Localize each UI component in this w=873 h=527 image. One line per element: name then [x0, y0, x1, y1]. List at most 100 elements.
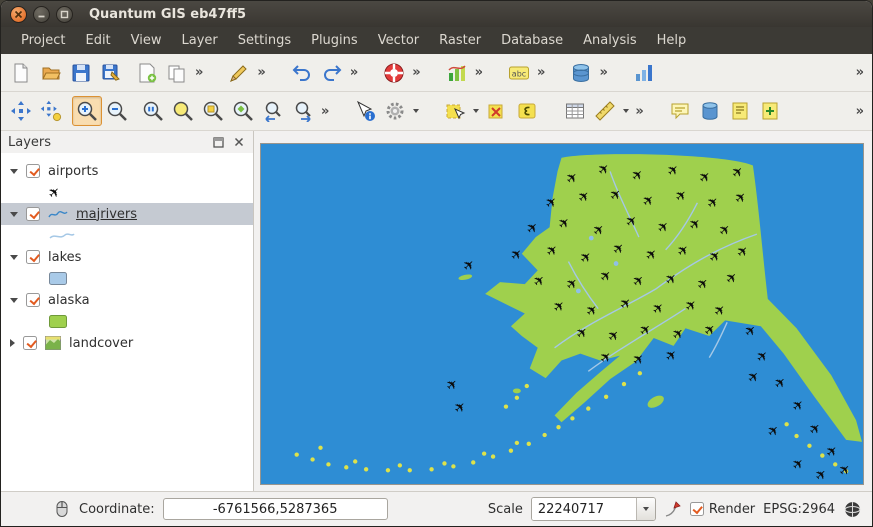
render-label: Render [709, 502, 755, 517]
redo-button[interactable] [317, 58, 347, 88]
menu-plugins[interactable]: Plugins [301, 29, 368, 52]
open-project-button[interactable] [36, 58, 66, 88]
map-tips-button[interactable] [665, 96, 695, 126]
stop-rendering-icon[interactable] [664, 500, 682, 518]
composer-manager-button[interactable] [162, 58, 192, 88]
graph-button[interactable] [442, 58, 472, 88]
save-project-as-button[interactable] [96, 58, 126, 88]
titlebar: Quantum GIS eb47ff5 [1, 1, 872, 27]
window-maximize-button[interactable] [56, 6, 73, 23]
measure-line-button[interactable] [590, 96, 620, 126]
toolbar-overflow-chevron[interactable]: » [853, 65, 867, 80]
toolbar-overflow-chevron[interactable]: » [472, 65, 486, 80]
zoom-full-button[interactable] [168, 96, 198, 126]
toolbar-overflow-chevron[interactable]: » [409, 65, 423, 80]
render-checkbox[interactable] [690, 502, 704, 516]
layer-checkbox[interactable] [26, 207, 40, 221]
expander-icon[interactable] [10, 169, 18, 174]
menu-database[interactable]: Database [491, 29, 573, 52]
zoom-last-button[interactable] [258, 96, 288, 126]
coordinate-input[interactable] [163, 498, 388, 520]
line-symbol-icon [48, 208, 68, 220]
select-by-expression-button[interactable] [512, 96, 542, 126]
layer-checkbox[interactable] [26, 164, 40, 178]
toolbar-overflow-chevron[interactable]: » [254, 65, 268, 80]
layer-item-lakes[interactable]: lakes [1, 246, 253, 268]
toolbar-overflow-chevron[interactable]: » [596, 65, 610, 80]
text-annotation-button[interactable] [725, 96, 755, 126]
labeling-button[interactable]: abc [504, 58, 534, 88]
menu-raster[interactable]: Raster [429, 29, 491, 52]
pan-map-button[interactable] [6, 96, 36, 126]
toolbar-overflow-chevron[interactable]: » [192, 65, 206, 80]
measure-dropdown-caret[interactable] [623, 109, 629, 113]
menu-edit[interactable]: Edit [75, 29, 120, 52]
layer-item-majrivers[interactable]: majrivers [1, 203, 253, 225]
actions-dropdown-caret[interactable] [413, 109, 419, 113]
menu-vector[interactable]: Vector [368, 29, 429, 52]
database-manager-button[interactable] [566, 58, 596, 88]
toolbar-overflow-chevron[interactable]: » [347, 65, 361, 80]
new-print-composer-button[interactable] [132, 58, 162, 88]
digitize-button[interactable] [224, 58, 254, 88]
expander-icon[interactable] [10, 212, 18, 217]
layer-item-landcover[interactable]: landcover [1, 332, 253, 354]
expander-icon[interactable] [10, 298, 18, 303]
layers-panel: Layers airports ✈ majrivers [1, 131, 254, 491]
select-features-button[interactable] [440, 96, 470, 126]
render-toggle[interactable]: Render [690, 502, 755, 517]
identify-features-button[interactable] [350, 96, 380, 126]
save-project-button[interactable] [66, 58, 96, 88]
toolbar-overflow-chevron[interactable]: » [853, 104, 867, 119]
close-panel-button[interactable] [231, 135, 246, 150]
new-project-button[interactable] [6, 58, 36, 88]
nunivak-island [513, 388, 521, 393]
expander-icon[interactable] [10, 255, 18, 260]
maximize-icon [60, 10, 69, 19]
mouse-coordinate-icon[interactable] [53, 500, 71, 518]
layer-checkbox[interactable] [23, 336, 37, 350]
zoom-out-button[interactable] [102, 96, 132, 126]
pan-to-selection-button[interactable] [36, 96, 66, 126]
toolbar-overflow-chevron[interactable]: » [632, 104, 646, 119]
menu-analysis[interactable]: Analysis [573, 29, 647, 52]
zoom-to-layer-button[interactable] [228, 96, 258, 126]
identify-cursor-icon [354, 100, 376, 122]
undo-button[interactable] [287, 58, 317, 88]
actions-button[interactable] [380, 96, 410, 126]
statistics-button[interactable] [629, 58, 659, 88]
map-canvas[interactable]: ✈✈✈✈✈✈✈✈✈✈✈✈✈✈✈✈✈✈✈✈✈✈✈✈✈✈✈✈✈✈✈✈✈✈✈✈✈✈✈✈… [260, 143, 864, 485]
expander-icon[interactable] [10, 339, 15, 347]
redo-arrow-icon [321, 62, 343, 84]
menu-help[interactable]: Help [647, 29, 697, 52]
chevron-down-icon [643, 507, 649, 511]
deselect-features-button[interactable] [482, 96, 512, 126]
menu-settings[interactable]: Settings [228, 29, 301, 52]
crs-status-icon[interactable] [843, 500, 862, 519]
menu-project[interactable]: Project [11, 29, 75, 52]
layer-item-airports[interactable]: airports [1, 160, 253, 182]
zoom-next-button[interactable] [288, 96, 318, 126]
select-dropdown-caret[interactable] [473, 109, 479, 113]
layer-checkbox[interactable] [26, 250, 40, 264]
menu-view[interactable]: View [121, 29, 172, 52]
zoom-to-selection-button[interactable] [198, 96, 228, 126]
scale-dropdown-button[interactable] [636, 498, 655, 520]
menu-layer[interactable]: Layer [172, 29, 228, 52]
window-minimize-button[interactable] [33, 6, 50, 23]
open-attribute-table-button[interactable] [560, 96, 590, 126]
database-button[interactable] [695, 96, 725, 126]
window-close-button[interactable] [10, 6, 27, 23]
zoom-next-icon [292, 100, 314, 122]
zoom-in-button[interactable] [72, 96, 102, 126]
layer-tree: airports ✈ majrivers lakes [1, 153, 253, 491]
layer-checkbox[interactable] [26, 293, 40, 307]
zoom-actual-size-button[interactable] [138, 96, 168, 126]
scale-input[interactable] [532, 498, 636, 520]
help-contents-button[interactable] [379, 58, 409, 88]
float-panel-button[interactable] [211, 135, 226, 150]
new-bookmark-button[interactable] [755, 96, 785, 126]
layer-item-alaska[interactable]: alaska [1, 289, 253, 311]
toolbar-overflow-chevron[interactable]: » [318, 104, 332, 119]
toolbar-overflow-chevron[interactable]: » [534, 65, 548, 80]
